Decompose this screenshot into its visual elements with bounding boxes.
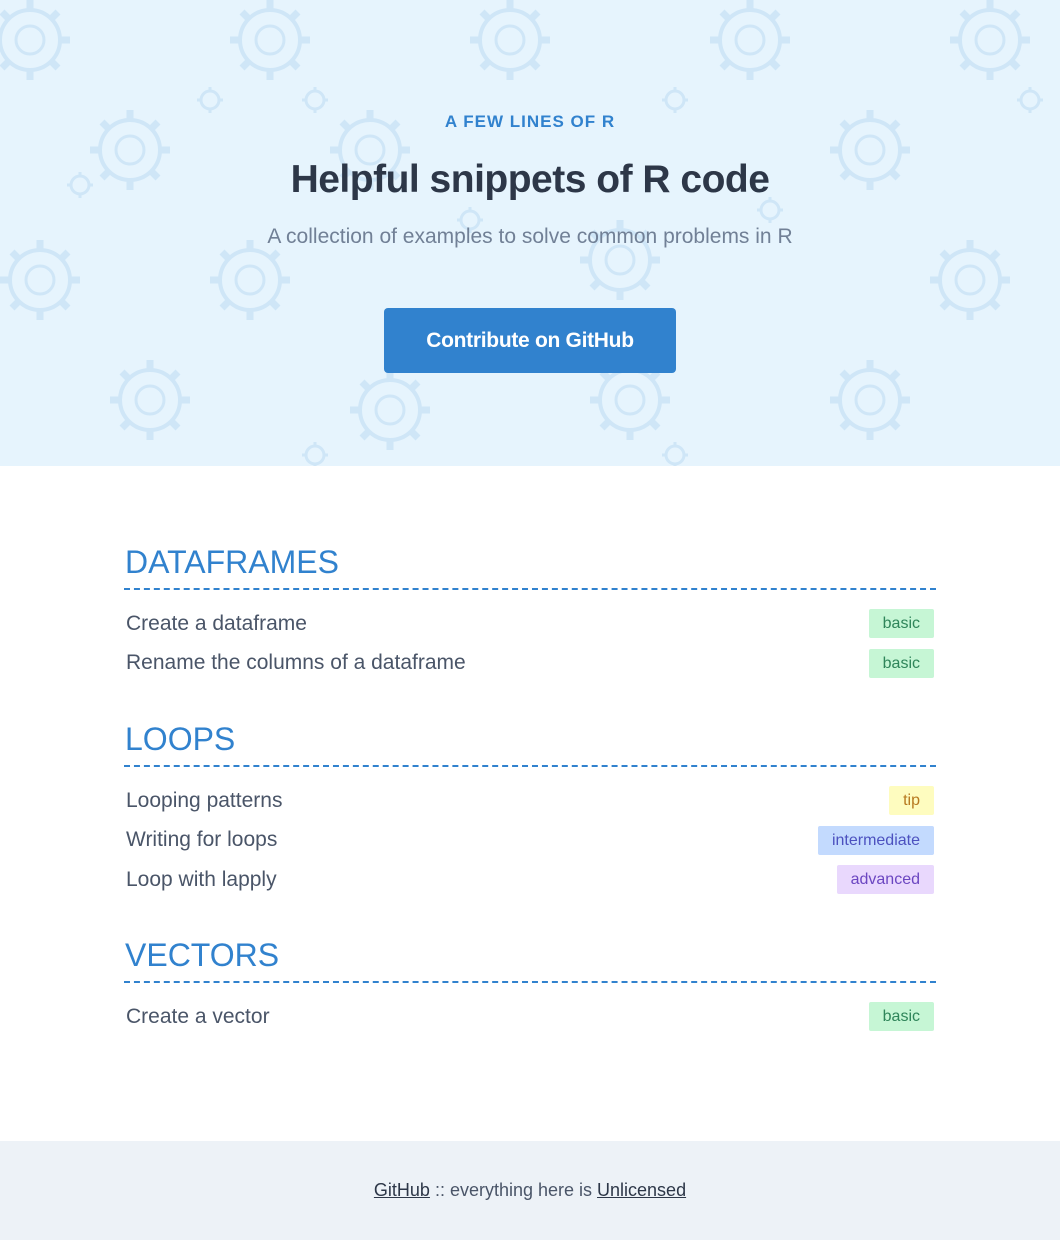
list-item: Create a dataframe basic <box>124 604 936 644</box>
section-loops: LOOPS Looping patterns tip Writing for l… <box>124 717 936 933</box>
snippet-link[interactable]: Create a vector <box>126 1005 270 1029</box>
level-badge: basic <box>868 609 934 639</box>
section-title: VECTORS <box>124 933 936 983</box>
snippet-link[interactable]: Create a dataframe <box>126 612 307 636</box>
section-title: LOOPS <box>124 717 936 767</box>
list-item: Writing for loops intermediate <box>124 821 936 861</box>
page-footer: GitHub :: everything here is Unlicensed <box>0 1141 1060 1240</box>
footer-text: :: everything here is <box>429 1180 598 1200</box>
github-link[interactable]: GitHub <box>374 1180 430 1201</box>
snippet-sections: DATAFRAMES Create a dataframe basic Rena… <box>124 540 936 1037</box>
list-item: Create a vector basic <box>124 997 936 1037</box>
hero-content: A FEW LINES OF R Helpful snippets of R c… <box>0 0 1060 466</box>
snippet-list: Create a vector basic <box>124 997 936 1037</box>
snippet-list: Looping patterns tip Writing for loops i… <box>124 781 936 900</box>
level-badge: basic <box>868 1002 934 1032</box>
section-vectors: VECTORS Create a vector basic <box>124 933 936 1037</box>
level-badge: tip <box>889 786 934 816</box>
list-item: Rename the columns of a dataframe basic <box>124 644 936 684</box>
list-item: Loop with lapply advanced <box>124 860 936 900</box>
contribute-github-button[interactable]: Contribute on GitHub <box>384 308 676 373</box>
section-dataframes: DATAFRAMES Create a dataframe basic Rena… <box>124 540 936 717</box>
page-title: Helpful snippets of R code <box>290 158 770 201</box>
unlicense-link[interactable]: Unlicensed <box>597 1180 686 1201</box>
level-badge: advanced <box>836 865 934 895</box>
hero-banner: A FEW LINES OF R Helpful snippets of R c… <box>0 0 1060 466</box>
snippet-link[interactable]: Writing for loops <box>126 828 277 852</box>
snippet-link[interactable]: Rename the columns of a dataframe <box>126 651 466 675</box>
snippet-link[interactable]: Loop with lapply <box>126 868 277 892</box>
snippet-link[interactable]: Looping patterns <box>126 789 282 813</box>
level-badge: intermediate <box>817 825 934 855</box>
hero-subtitle: A collection of examples to solve common… <box>267 225 793 248</box>
level-badge: basic <box>868 648 934 678</box>
snippet-list: Create a dataframe basic Rename the colu… <box>124 604 936 683</box>
hero-eyebrow: A FEW LINES OF R <box>444 112 616 131</box>
section-title: DATAFRAMES <box>124 540 936 590</box>
list-item: Looping patterns tip <box>124 781 936 821</box>
